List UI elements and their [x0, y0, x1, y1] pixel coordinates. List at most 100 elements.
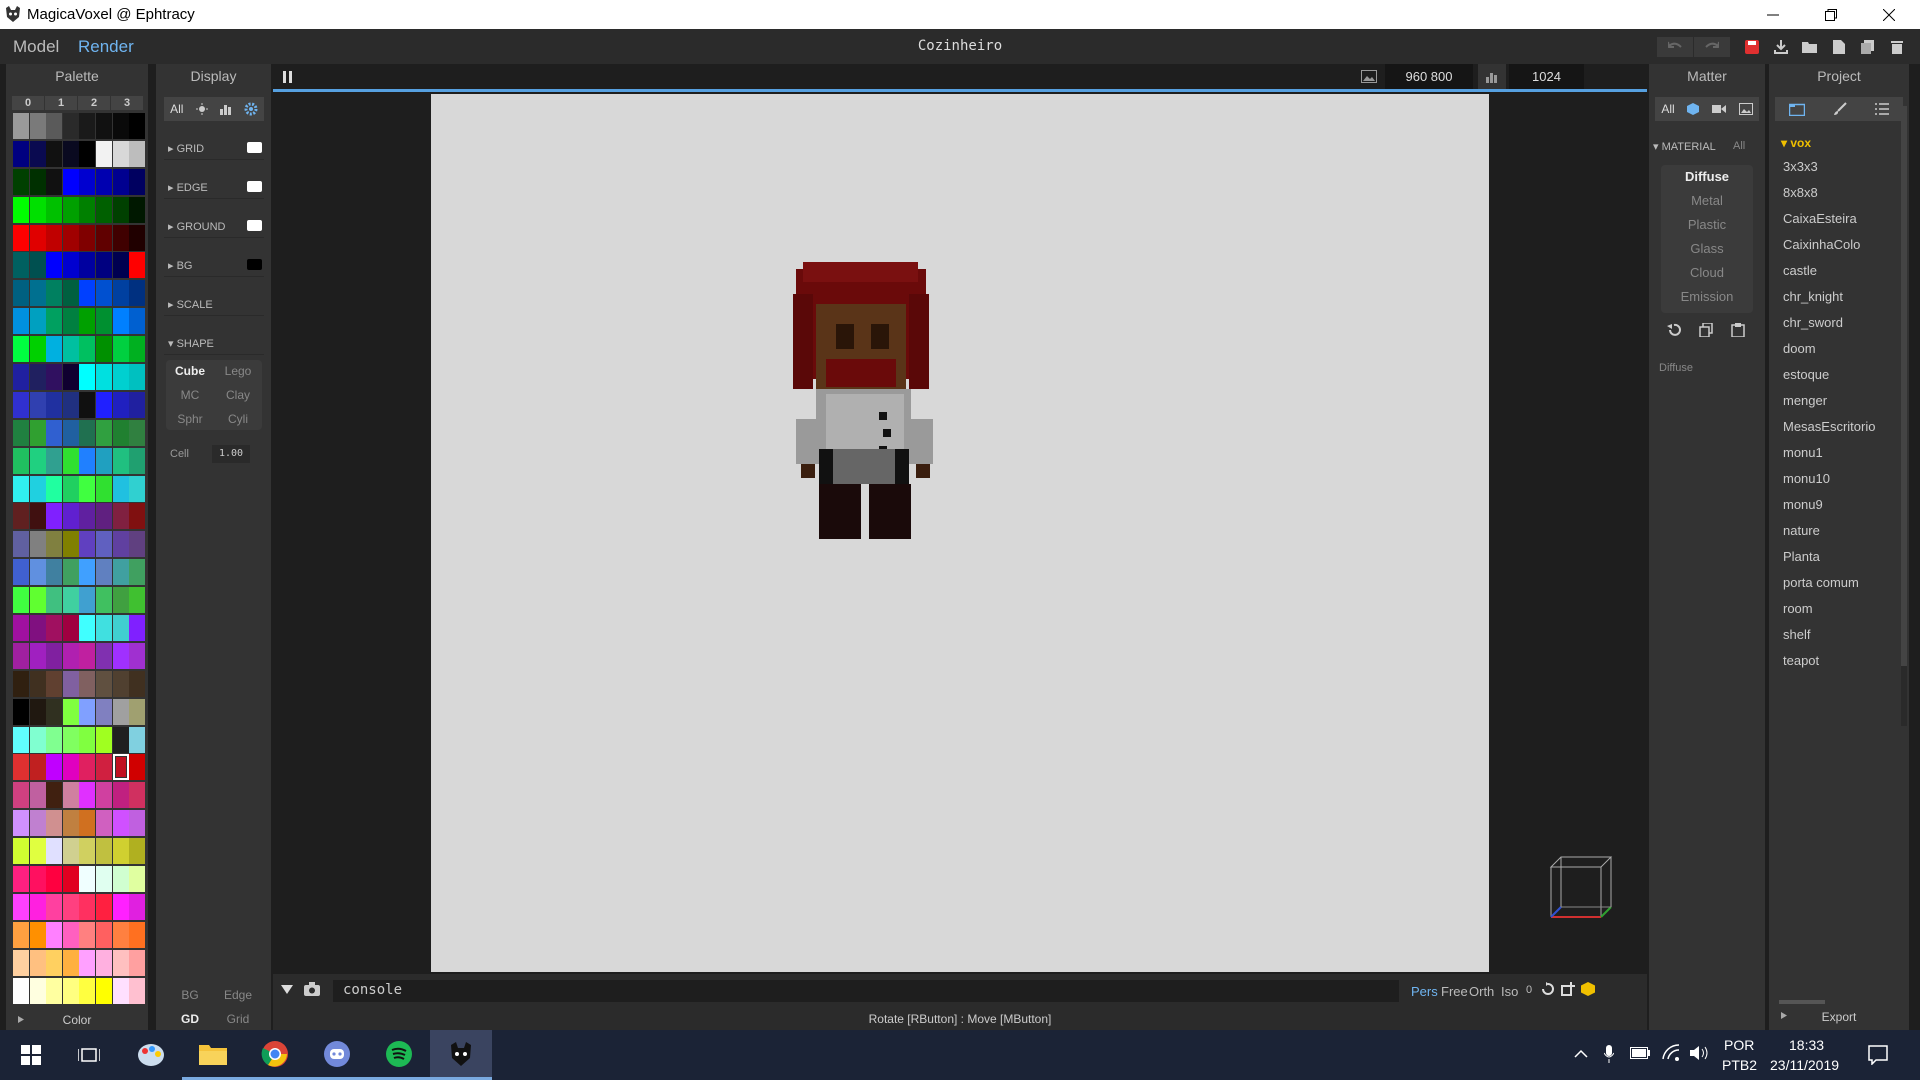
palette-swatch[interactable] [62, 252, 79, 279]
palette-swatch[interactable] [112, 977, 129, 1004]
palette-swatch[interactable] [46, 949, 63, 976]
taskbar-app-chrome[interactable] [244, 1030, 306, 1080]
project-scrollbar[interactable] [1901, 106, 1907, 726]
palette-swatch[interactable] [46, 391, 63, 418]
palette-swatch[interactable] [95, 531, 112, 558]
palette-swatch[interactable] [29, 308, 46, 335]
palette-swatch[interactable] [112, 308, 129, 335]
display-row-edge[interactable]: ▸ EDGE [164, 175, 264, 199]
video-camera-icon[interactable] [1711, 104, 1726, 114]
palette-swatch[interactable] [46, 615, 63, 642]
palette-swatch[interactable] [29, 587, 46, 614]
palette-swatch[interactable] [46, 642, 63, 669]
palette-swatch[interactable] [29, 447, 46, 474]
palette-swatch[interactable] [46, 559, 63, 586]
palette-swatch[interactable] [112, 503, 129, 530]
palette-swatch[interactable] [112, 196, 129, 223]
cube-icon[interactable] [1687, 103, 1700, 115]
palette-swatch[interactable] [62, 754, 79, 781]
palette-swatch[interactable] [79, 196, 96, 223]
palette-swatch[interactable] [62, 391, 79, 418]
palette-swatch[interactable] [29, 698, 46, 725]
palette-swatch[interactable] [79, 224, 96, 251]
palette-swatch[interactable] [13, 921, 29, 948]
palette-swatch[interactable] [129, 838, 146, 865]
material-glass[interactable]: Glass [1661, 237, 1753, 261]
vox-file-item[interactable]: castle [1779, 258, 1899, 284]
palette-swatch[interactable] [129, 698, 146, 725]
palette-swatch[interactable] [79, 447, 96, 474]
palette-swatch[interactable] [29, 949, 46, 976]
palette-swatch[interactable] [13, 782, 29, 809]
palette-swatch[interactable] [29, 168, 46, 195]
palette-swatch[interactable] [95, 949, 112, 976]
footer-grid[interactable]: Grid [214, 1012, 262, 1026]
rotate-icon[interactable] [1541, 982, 1555, 996]
palette-swatch[interactable] [46, 140, 63, 167]
palette-swatch[interactable] [13, 587, 29, 614]
palette-swatch[interactable] [13, 559, 29, 586]
palette-swatch[interactable] [29, 810, 46, 837]
color-label[interactable]: Color [6, 1013, 148, 1027]
palette-swatch[interactable] [79, 726, 96, 753]
palette-swatch[interactable] [129, 113, 146, 139]
palette-swatch[interactable] [112, 336, 129, 363]
palette-swatch[interactable] [129, 531, 146, 558]
cell-value-input[interactable]: 1.00 [212, 445, 250, 463]
image-icon[interactable] [1738, 103, 1753, 115]
palette-swatch[interactable] [29, 921, 46, 948]
palette-swatch[interactable] [62, 726, 79, 753]
image-icon[interactable] [1361, 70, 1377, 83]
palette-swatch[interactable] [112, 140, 129, 167]
vox-file-item[interactable]: menger [1779, 388, 1899, 414]
vox-file-item[interactable]: porta comum [1779, 570, 1899, 596]
view-orth[interactable]: Orth [1469, 984, 1494, 999]
list-icon[interactable] [1875, 103, 1889, 115]
palette-swatch[interactable] [129, 921, 146, 948]
vox-file-item[interactable]: CaixinhaColo [1779, 232, 1899, 258]
palette-swatch[interactable] [62, 336, 79, 363]
view-angle[interactable]: 0 [1526, 984, 1532, 996]
palette-swatch[interactable] [112, 113, 129, 139]
material-diffuse[interactable]: Diffuse [1661, 165, 1753, 189]
view-cube-gizmo[interactable] [1541, 847, 1619, 925]
palette-swatch[interactable] [112, 224, 129, 251]
palette-swatch[interactable] [112, 168, 129, 195]
palette-swatch[interactable] [112, 670, 129, 697]
palette-swatch[interactable] [129, 280, 146, 307]
palette-swatch[interactable] [95, 559, 112, 586]
palette-swatch[interactable] [79, 810, 96, 837]
palette-swatch[interactable] [13, 224, 29, 251]
vox-file-item[interactable]: monu9 [1779, 492, 1899, 518]
palette-swatch[interactable] [112, 893, 129, 920]
palette-swatch[interactable] [95, 782, 112, 809]
palette-swatch[interactable] [62, 475, 79, 502]
palette-swatch[interactable] [79, 782, 96, 809]
material-header[interactable]: ▾ MATERIAL [1653, 140, 1716, 153]
palette-swatch[interactable] [62, 308, 79, 335]
reset-icon[interactable] [1667, 323, 1681, 337]
palette-swatch[interactable] [46, 698, 63, 725]
material-metal[interactable]: Metal [1661, 189, 1753, 213]
palette-swatch[interactable] [13, 810, 29, 837]
samples-field[interactable]: 1024 [1509, 64, 1584, 89]
palette-swatch[interactable] [29, 475, 46, 502]
palette-swatch[interactable] [129, 810, 146, 837]
palette-swatch[interactable] [62, 838, 79, 865]
material-cloud[interactable]: Cloud [1661, 261, 1753, 285]
frame-icon[interactable] [1561, 982, 1575, 996]
view-pers[interactable]: Pers [1411, 984, 1438, 999]
palette-swatch[interactable] [62, 503, 79, 530]
palette-swatch[interactable] [62, 280, 79, 307]
palette-swatch[interactable] [13, 419, 29, 446]
shape-lego[interactable]: Lego [214, 364, 262, 378]
palette-swatch[interactable] [95, 140, 112, 167]
view-iso[interactable]: Iso [1501, 984, 1518, 999]
palette-swatch[interactable] [112, 866, 129, 893]
palette-swatch[interactable] [79, 280, 96, 307]
edge-color-swatch[interactable] [247, 181, 262, 192]
palette-swatch[interactable] [79, 587, 96, 614]
palette-swatch[interactable] [112, 615, 129, 642]
paste-icon[interactable] [1731, 323, 1745, 337]
palette-swatch[interactable] [129, 642, 146, 669]
